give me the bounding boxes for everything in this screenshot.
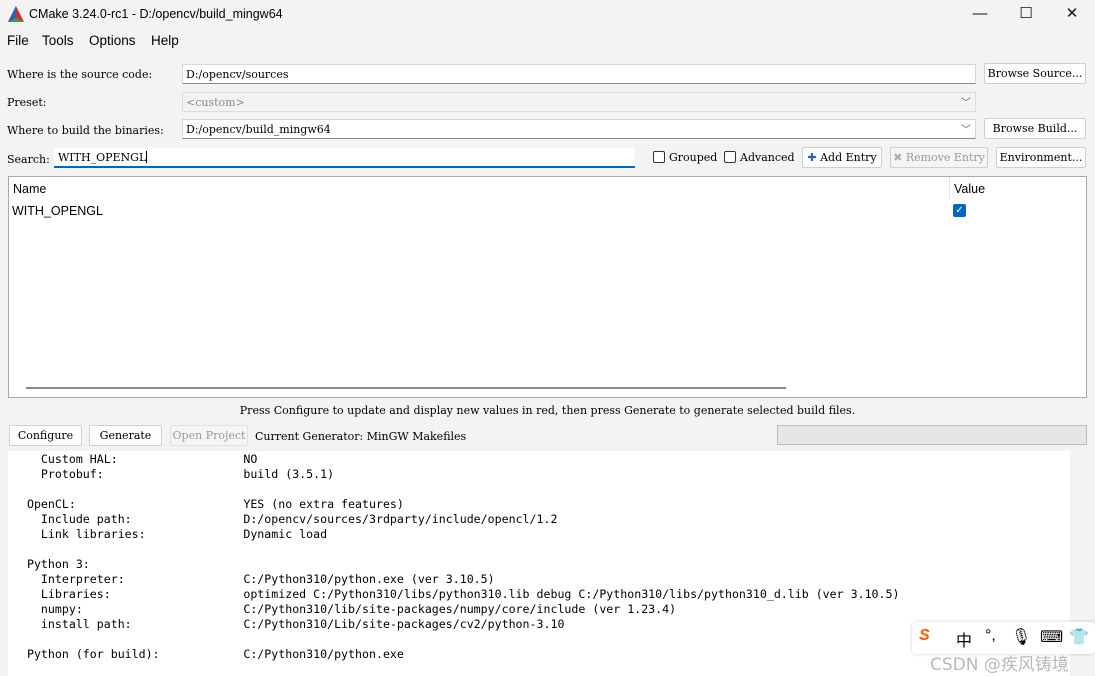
watermark: CSDN @疾风铸境: [930, 655, 1069, 675]
log-line: Libraries: optimized C:/Python310/libs/p…: [13, 587, 900, 601]
log-line: install path: C:/Python310/Lib/site-pack…: [13, 617, 565, 631]
search-input[interactable]: WITH_OPENGL: [54, 148, 635, 168]
current-generator-label: Current Generator: MinGW Makefiles: [255, 430, 467, 443]
window-title: CMake 3.24.0-rc1 - D:/opencv/build_mingw…: [29, 7, 283, 21]
table-row-name[interactable]: WITH_OPENGL: [12, 204, 103, 218]
maximize-button[interactable]: ☐: [1003, 0, 1049, 30]
search-label: Search:: [7, 153, 50, 166]
menu-options[interactable]: Options: [89, 33, 136, 48]
menu-file[interactable]: File: [7, 33, 29, 48]
progress-bar: [777, 425, 1087, 445]
chevron-down-icon: ﹀: [961, 98, 971, 109]
build-path-combo[interactable]: D:/opencv/build_mingw64 ﹀: [182, 119, 976, 139]
ime-language-toggle[interactable]: 中: [956, 627, 972, 651]
configure-button[interactable]: Configure: [9, 425, 82, 446]
remove-entry-label: Remove Entry: [905, 151, 985, 164]
grouped-label: Grouped: [669, 151, 718, 164]
add-entry-label: Add Entry: [820, 151, 877, 164]
browse-build-button[interactable]: Browse Build...: [984, 118, 1086, 139]
menu-tools[interactable]: Tools: [42, 33, 74, 48]
open-project-button[interactable]: Open Project: [170, 425, 248, 446]
skin-icon[interactable]: 👕: [1069, 627, 1089, 647]
log-line: Python 3:: [13, 557, 90, 571]
text-caret: [146, 151, 148, 163]
microphone-icon[interactable]: 🎙: [1011, 627, 1031, 647]
status-hint: Press Configure to update and display ne…: [239, 404, 856, 417]
value-checkbox-checked[interactable]: ✓: [953, 204, 966, 217]
checkbox-box[interactable]: [653, 151, 665, 163]
search-value: WITH_OPENGL: [58, 151, 147, 164]
cache-variables-table[interactable]: Name Value WITH_OPENGL ✓: [8, 176, 1087, 398]
column-header-value[interactable]: Value: [954, 182, 985, 196]
preset-value: <custom>: [186, 96, 245, 109]
title-bar: CMake 3.24.0-rc1 - D:/opencv/build_mingw…: [0, 0, 1095, 30]
menu-bar: File Tools Options Help: [0, 32, 1095, 52]
log-line: Include path: D:/opencv/sources/3rdparty…: [13, 512, 558, 526]
minimize-button[interactable]: —: [957, 0, 1003, 30]
log-line: Link libraries: Dynamic load: [13, 527, 328, 541]
plus-icon: ✚: [807, 151, 817, 164]
cmake-logo-icon: [8, 6, 24, 22]
ime-punctuation-toggle[interactable]: °,: [985, 627, 996, 645]
source-label: Where is the source code:: [7, 68, 153, 81]
generate-button[interactable]: Generate: [89, 425, 162, 446]
checkbox-box[interactable]: [724, 151, 736, 163]
advanced-checkbox[interactable]: Advanced: [724, 151, 795, 164]
log-line: numpy: C:/Python310/lib/site-packages/nu…: [13, 602, 677, 616]
source-path-value: D:/opencv/sources: [186, 68, 289, 81]
remove-icon: ✖: [893, 151, 903, 164]
preset-label: Preset:: [7, 96, 47, 109]
advanced-label: Advanced: [740, 151, 795, 164]
menu-help[interactable]: Help: [151, 33, 179, 48]
build-path-value: D:/opencv/build_mingw64: [186, 123, 331, 136]
log-line: Custom HAL: NO: [13, 452, 258, 466]
log-line: Interpreter: C:/Python310/python.exe (ve…: [13, 572, 495, 586]
grouped-checkbox[interactable]: Grouped: [653, 151, 717, 164]
keyboard-icon[interactable]: ⌨: [1040, 627, 1063, 647]
log-line: OpenCL: YES (no extra features): [13, 497, 404, 511]
sogou-logo-icon[interactable]: S: [919, 627, 930, 645]
column-header-name[interactable]: Name: [13, 182, 46, 196]
build-label: Where to build the binaries:: [7, 124, 164, 137]
browse-source-button[interactable]: Browse Source...: [984, 63, 1086, 84]
chevron-down-icon[interactable]: ﹀: [961, 121, 971, 136]
source-path-field[interactable]: D:/opencv/sources: [182, 64, 976, 84]
add-entry-button[interactable]: ✚ Add Entry: [802, 147, 882, 168]
output-log[interactable]: Custom HAL: NO Protobuf: build (3.5.1) O…: [8, 451, 1070, 676]
log-line: Protobuf: build (3.5.1): [13, 467, 335, 481]
log-line: Python (for build): C:/Python310/python.…: [13, 647, 404, 661]
remove-entry-button[interactable]: ✖ Remove Entry: [890, 147, 988, 168]
close-button[interactable]: ✕: [1049, 0, 1095, 30]
column-divider: [949, 177, 950, 201]
preset-select[interactable]: <custom> ﹀: [182, 92, 976, 112]
horizontal-scrollbar[interactable]: [26, 387, 786, 389]
environment-button[interactable]: Environment...: [996, 147, 1086, 168]
